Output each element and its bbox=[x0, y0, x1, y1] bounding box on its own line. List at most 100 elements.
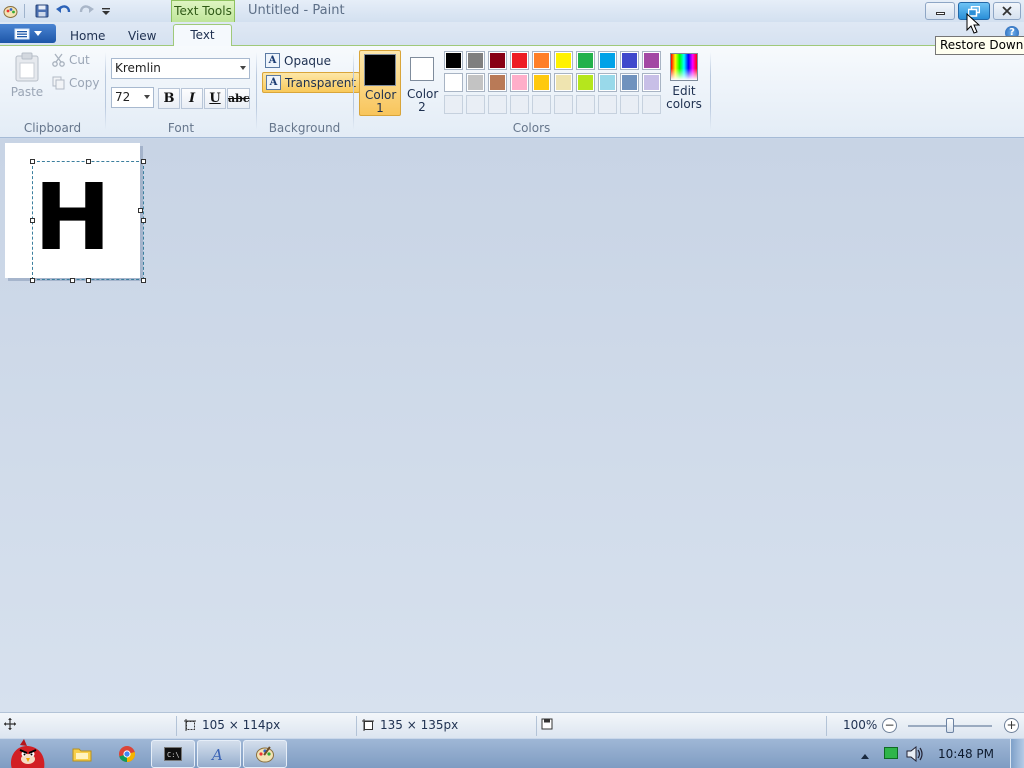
disk-icon bbox=[541, 718, 553, 730]
paint-taskbar-button[interactable] bbox=[243, 740, 287, 768]
undo-icon[interactable] bbox=[56, 3, 72, 19]
palette-swatch-fill bbox=[512, 75, 527, 90]
italic-button[interactable]: I bbox=[181, 88, 203, 109]
volume-icon[interactable] bbox=[906, 746, 924, 762]
paint-app-icon[interactable] bbox=[2, 3, 18, 19]
image-size-icon bbox=[362, 719, 374, 731]
zoom-slider-thumb[interactable] bbox=[946, 718, 954, 733]
customize-quick-access-icon[interactable] bbox=[98, 3, 114, 19]
cursor-position-item bbox=[4, 718, 16, 730]
resize-handle[interactable] bbox=[86, 159, 91, 164]
save-icon[interactable] bbox=[34, 3, 50, 19]
close-button[interactable] bbox=[993, 2, 1021, 20]
text-selection-box[interactable] bbox=[32, 161, 144, 280]
palette-swatch[interactable] bbox=[488, 51, 507, 70]
minimize-button[interactable] bbox=[925, 2, 955, 20]
color1-button[interactable]: Color 1 bbox=[359, 50, 401, 116]
palette-swatch-empty[interactable] bbox=[576, 95, 595, 114]
cut-label: Cut bbox=[69, 53, 90, 67]
resize-handle[interactable] bbox=[30, 159, 35, 164]
network-icon[interactable] bbox=[884, 747, 898, 759]
palette-swatch[interactable] bbox=[642, 51, 661, 70]
canvas-resize-handle[interactable] bbox=[70, 278, 75, 283]
cmd-taskbar-button[interactable]: C:\ bbox=[151, 740, 195, 768]
palette-swatch-empty[interactable] bbox=[444, 95, 463, 114]
color2-button[interactable]: Color 2 bbox=[404, 50, 440, 116]
palette-swatch-empty[interactable] bbox=[598, 95, 617, 114]
font-size-combo[interactable]: 72 bbox=[111, 87, 154, 108]
paste-button[interactable]: Paste bbox=[10, 52, 44, 99]
status-separator bbox=[536, 716, 537, 736]
copy-button[interactable]: Copy bbox=[52, 76, 99, 90]
palette-swatch[interactable] bbox=[642, 73, 661, 92]
ribbon-separator bbox=[353, 52, 354, 130]
tab-text[interactable]: Text bbox=[173, 24, 232, 47]
palette-swatch[interactable] bbox=[554, 51, 573, 70]
palette-swatch[interactable] bbox=[598, 51, 617, 70]
edit-colors-button[interactable]: Edit colors bbox=[666, 50, 702, 111]
resize-handle[interactable] bbox=[30, 218, 35, 223]
palette-swatch-empty[interactable] bbox=[620, 95, 639, 114]
show-desktop-button[interactable] bbox=[1010, 739, 1024, 768]
palette-swatch-fill bbox=[578, 53, 593, 68]
resize-handle[interactable] bbox=[141, 218, 146, 223]
palette-swatch[interactable] bbox=[576, 73, 595, 92]
resize-handle[interactable] bbox=[30, 278, 35, 283]
chrome-icon bbox=[119, 746, 136, 763]
taskbar-clock[interactable]: 10:48 PM bbox=[938, 747, 994, 761]
palette-swatch[interactable] bbox=[576, 51, 595, 70]
zoom-level-text: 100% bbox=[843, 718, 878, 732]
resize-handle[interactable] bbox=[141, 159, 146, 164]
show-hidden-icons-button[interactable] bbox=[860, 749, 870, 759]
palette-swatch-empty[interactable] bbox=[554, 95, 573, 114]
resize-handle[interactable] bbox=[141, 278, 146, 283]
selection-size-icon bbox=[184, 719, 196, 731]
palette-swatch-empty[interactable] bbox=[466, 95, 485, 114]
canvas-resize-handle[interactable] bbox=[138, 208, 143, 213]
bold-button[interactable]: B bbox=[158, 88, 180, 109]
palette-swatch[interactable] bbox=[620, 51, 639, 70]
status-separator bbox=[176, 716, 177, 736]
palette-swatch-empty[interactable] bbox=[642, 95, 661, 114]
palette-swatch-fill bbox=[644, 75, 659, 90]
palette-swatch[interactable] bbox=[444, 51, 463, 70]
palette-swatch[interactable] bbox=[620, 73, 639, 92]
palette-swatch-empty[interactable] bbox=[532, 95, 551, 114]
palette-swatch[interactable] bbox=[510, 51, 529, 70]
palette-swatch-fill bbox=[556, 53, 571, 68]
palette-swatch[interactable] bbox=[598, 73, 617, 92]
start-button[interactable] bbox=[4, 739, 50, 768]
opaque-button[interactable]: A Opaque bbox=[262, 50, 334, 71]
canvas-workspace[interactable] bbox=[0, 139, 1024, 712]
redo-icon[interactable] bbox=[78, 3, 94, 19]
cut-button[interactable]: Cut bbox=[52, 53, 90, 67]
resize-handle[interactable] bbox=[86, 278, 91, 283]
file-explorer-taskbar-button[interactable] bbox=[60, 740, 104, 768]
palette-swatch[interactable] bbox=[532, 51, 551, 70]
palette-swatch-fill bbox=[622, 75, 637, 90]
palette-swatch[interactable] bbox=[510, 73, 529, 92]
palette-swatch-fill bbox=[468, 75, 483, 90]
palette-swatch[interactable] bbox=[532, 73, 551, 92]
zoom-level-item: 100% bbox=[843, 718, 877, 732]
colors-group-label: Colors bbox=[512, 121, 551, 135]
tab-view[interactable]: View bbox=[128, 27, 156, 45]
palette-swatch[interactable] bbox=[466, 51, 485, 70]
palette-swatch[interactable] bbox=[466, 73, 485, 92]
chrome-taskbar-button[interactable] bbox=[105, 740, 149, 768]
transparent-button[interactable]: A Transparent bbox=[262, 72, 361, 93]
zoom-in-button[interactable]: + bbox=[1004, 718, 1019, 733]
paint-menu-button[interactable] bbox=[0, 24, 56, 43]
color2-label: Color 2 bbox=[407, 87, 439, 114]
palette-swatch[interactable] bbox=[488, 73, 507, 92]
palette-swatch[interactable] bbox=[444, 73, 463, 92]
palette-swatch-empty[interactable] bbox=[510, 95, 529, 114]
strikethrough-button[interactable]: abc bbox=[227, 88, 250, 109]
text-editor-taskbar-button[interactable]: A bbox=[197, 740, 241, 768]
palette-swatch-empty[interactable] bbox=[488, 95, 507, 114]
underline-button[interactable]: U bbox=[204, 88, 226, 109]
font-family-combo[interactable]: Kremlin bbox=[111, 58, 250, 79]
zoom-out-button[interactable]: − bbox=[882, 718, 897, 733]
palette-swatch[interactable] bbox=[554, 73, 573, 92]
tab-home[interactable]: Home bbox=[70, 27, 105, 45]
